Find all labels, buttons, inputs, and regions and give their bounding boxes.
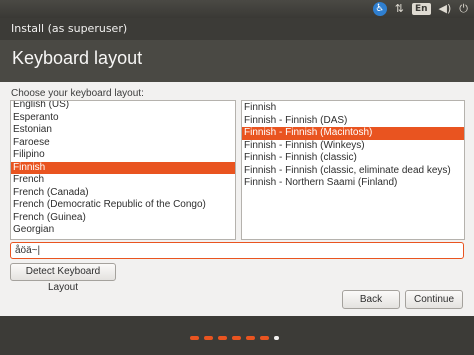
- list-item[interactable]: French (Democratic Republic of the Congo…: [11, 199, 235, 212]
- progress-dots: [190, 336, 279, 340]
- list-item[interactable]: French: [11, 174, 235, 187]
- progress-dot: [218, 336, 227, 340]
- list-item[interactable]: Finnish: [242, 102, 464, 115]
- list-item[interactable]: Finnish - Finnish (classic): [242, 152, 464, 165]
- list-item[interactable]: French (Guinea): [11, 212, 235, 225]
- variant-list[interactable]: Finnish Finnish - Finnish (DAS) Finnish - …: [241, 100, 465, 240]
- progress-dot: [204, 336, 213, 340]
- page-title: Keyboard layout: [12, 48, 143, 68]
- panel-indicators: ♿ ⇅ En ◀) ⏻: [372, 1, 468, 17]
- list-item[interactable]: Finnish: [11, 161, 235, 174]
- progress-dot: [246, 336, 255, 340]
- list-item[interactable]: Finnish - Finnish (Winkeys): [242, 140, 464, 153]
- keyboard-test-input[interactable]: åöä~|: [10, 242, 464, 259]
- progress-dot: [190, 336, 199, 340]
- list-item[interactable]: French (Canada): [11, 187, 235, 200]
- list-item[interactable]: Georgian: [11, 224, 235, 237]
- list-item[interactable]: Estonian: [11, 124, 235, 137]
- title-bar: Install (as superuser): [0, 18, 474, 40]
- progress-dot: [232, 336, 241, 340]
- progress-dot: [260, 336, 269, 340]
- detect-keyboard-layout-button[interactable]: Detect Keyboard Layout: [10, 263, 116, 293]
- continue-button[interactable]: Continue: [405, 290, 463, 309]
- back-button[interactable]: Back: [342, 290, 400, 309]
- page-header: Keyboard layout: [0, 40, 474, 82]
- keyboard-indicator[interactable]: En: [411, 3, 431, 15]
- volume-icon[interactable]: ◀): [439, 1, 452, 17]
- power-icon[interactable]: ⏻: [459, 1, 468, 17]
- list-item[interactable]: Faroese: [11, 137, 235, 150]
- list-item[interactable]: Esperanto: [11, 112, 235, 125]
- list-item[interactable]: English (US): [11, 101, 235, 112]
- list-item[interactable]: Finnish - Finnish (Macintosh): [242, 127, 464, 140]
- list-item[interactable]: Finnish - Northern Saami (Finland): [242, 177, 464, 190]
- accessibility-icon[interactable]: ♿: [372, 2, 387, 16]
- list-item[interactable]: Finnish - Finnish (DAS): [242, 115, 464, 128]
- choose-layout-label: Choose your keyboard layout:: [11, 88, 144, 99]
- variant-list-rows: Finnish Finnish - Finnish (DAS) Finnish - …: [242, 102, 464, 190]
- layout-list-rows: English (US) Esperanto Estonian Faroese Fili…: [11, 101, 235, 237]
- window-title: Install (as superuser): [11, 22, 128, 35]
- list-item[interactable]: Finnish - Finnish (classic, eliminate de…: [242, 165, 464, 178]
- layout-list[interactable]: English (US) Esperanto Estonian Faroese Fili…: [10, 100, 236, 240]
- progress-dot-current: [274, 336, 279, 340]
- content-area: Choose your keyboard layout: English (US…: [0, 82, 474, 316]
- top-panel: ♿ ⇅ En ◀) ⏻: [0, 0, 474, 18]
- list-item[interactable]: Filipino: [11, 149, 235, 162]
- bottom-bar: [0, 316, 474, 355]
- network-arrows-icon[interactable]: ⇅: [395, 1, 404, 17]
